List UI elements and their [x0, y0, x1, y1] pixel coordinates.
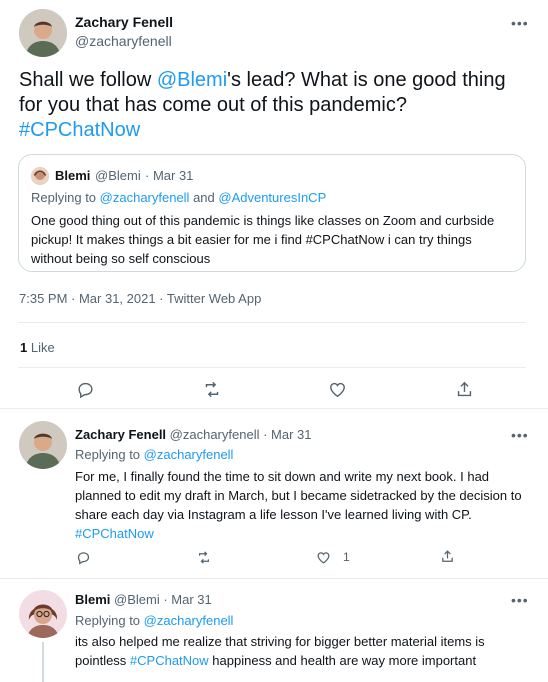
avatar[interactable]	[19, 421, 67, 469]
hashtag-link[interactable]: #CPChatNow	[130, 653, 209, 668]
quote-date: · Mar 31	[145, 168, 194, 183]
mention-link[interactable]: @Blemi	[157, 69, 227, 91]
retweet-icon[interactable]	[202, 380, 222, 399]
tweet-timestamp[interactable]: 7:35 PM · Mar 31, 2021 · Twitter Web App	[19, 291, 261, 306]
divider	[0, 578, 548, 579]
reply-text-body: For me, I finally found the time to sit …	[75, 469, 522, 522]
replying-prefix: Replying to	[75, 613, 144, 628]
like-icon[interactable]	[328, 380, 347, 399]
hashtag-link[interactable]: #CPChatNow	[75, 526, 154, 541]
avatar[interactable]	[19, 590, 67, 638]
retweet-icon[interactable]	[196, 550, 212, 565]
tweet-date[interactable]: · Mar 31	[263, 427, 311, 442]
reply-text-post: happiness and health are way more import…	[208, 653, 477, 668]
more-icon[interactable]: •••	[511, 16, 529, 30]
author-name[interactable]: Zachary Fenell	[75, 14, 173, 30]
reply-text: For me, I finally found the time to sit …	[75, 467, 527, 543]
like-icon[interactable]	[316, 550, 331, 565]
replying-prefix: Replying to	[75, 447, 144, 462]
tweet-date[interactable]: · Mar 31	[163, 592, 211, 607]
divider	[18, 367, 526, 368]
author-handle[interactable]: @Blemi	[114, 592, 160, 607]
quoted-tweet[interactable]: Blemi @Blemi · Mar 31 Replying to @zacha…	[18, 154, 526, 272]
mention-link[interactable]: @zacharyfenell	[144, 447, 234, 462]
quote-author-name: Blemi	[55, 168, 91, 183]
reply-text: its also helped me realize that striving…	[75, 632, 530, 670]
replying-to: Replying to @zacharyfenell	[75, 613, 233, 628]
mention-link[interactable]: @zacharyfenell	[100, 190, 190, 205]
like-stats[interactable]: 1 Like	[20, 340, 55, 355]
hashtag-link[interactable]: #CPChatNow	[19, 119, 140, 141]
replying-prefix: Replying to	[31, 190, 100, 205]
quote-author-handle: @Blemi	[95, 168, 141, 183]
share-icon[interactable]	[440, 549, 455, 564]
replying-and: and	[189, 190, 219, 205]
reply-header: Zachary Fenell @zacharyfenell · Mar 31	[75, 427, 312, 442]
replying-to: Replying to @zacharyfenell	[75, 447, 233, 462]
reply-header: Blemi @Blemi · Mar 31	[75, 592, 212, 607]
reply-icon[interactable]	[76, 550, 91, 565]
mention-link[interactable]: @zacharyfenell	[144, 613, 234, 628]
author-handle[interactable]: @zacharyfenell	[75, 33, 172, 49]
share-icon[interactable]	[455, 380, 474, 399]
more-icon[interactable]: •••	[511, 593, 529, 607]
avatar[interactable]	[19, 9, 67, 57]
thread-line	[42, 642, 44, 682]
tweet-text-pre: Shall we follow	[19, 69, 157, 91]
tweet-text: Shall we follow @Blemi's lead? What is o…	[19, 68, 524, 143]
mention-link[interactable]: @AdventuresInCP	[218, 190, 326, 205]
like-label: Like	[30, 340, 55, 355]
avatar	[31, 167, 49, 185]
more-icon[interactable]: •••	[511, 428, 529, 442]
author-handle[interactable]: @zacharyfenell	[170, 427, 260, 442]
like-count: 1	[343, 550, 350, 564]
quote-text: One good thing out of this pandemic is t…	[31, 213, 495, 266]
divider	[0, 408, 548, 409]
author-name[interactable]: Zachary Fenell	[75, 427, 166, 442]
author-name[interactable]: Blemi	[75, 592, 110, 607]
reply-icon[interactable]	[76, 380, 95, 399]
quote-replying-to: Replying to @zacharyfenell and @Adventur…	[31, 190, 326, 205]
divider	[18, 322, 526, 323]
like-count: 1	[20, 340, 28, 355]
